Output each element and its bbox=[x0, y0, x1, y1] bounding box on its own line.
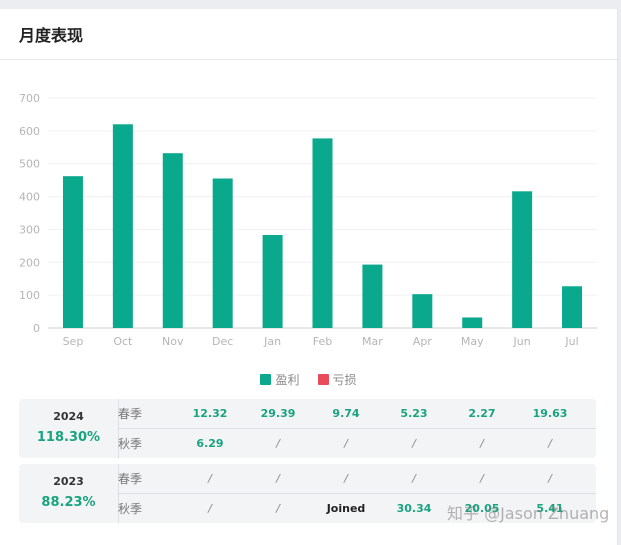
card-title: 月度表现 bbox=[19, 26, 84, 45]
return-cell: / bbox=[344, 437, 348, 450]
return-cell: 6.29 bbox=[196, 437, 224, 450]
legend-label-profit: 盈利 bbox=[275, 373, 300, 387]
legend-label-loss: 亏损 bbox=[332, 373, 357, 387]
bar-sep[interactable] bbox=[62, 176, 83, 328]
return-cell: 30.34 bbox=[396, 502, 432, 515]
x-tick-label: Feb bbox=[313, 335, 332, 348]
chart-legend: 盈利 亏损 bbox=[0, 371, 617, 388]
x-tick-label: Jan bbox=[263, 335, 281, 348]
y-tick-label: 300 bbox=[19, 223, 40, 236]
legend-swatch-profit bbox=[260, 374, 272, 385]
bar-dec[interactable] bbox=[212, 178, 233, 329]
season-label: 春季 bbox=[118, 472, 143, 486]
return-cell: / bbox=[276, 472, 280, 485]
return-cell: / bbox=[480, 472, 484, 485]
x-tick-label: Jun bbox=[513, 335, 531, 348]
return-cell: / bbox=[548, 472, 552, 485]
y-tick-label: 500 bbox=[19, 158, 40, 171]
return-cell: 12.32 bbox=[192, 407, 228, 420]
x-tick-label: Mar bbox=[362, 335, 383, 348]
y-tick-label: 600 bbox=[19, 125, 40, 138]
x-tick-label: Oct bbox=[113, 335, 133, 348]
season-label: 春季 bbox=[118, 407, 143, 421]
return-cell: / bbox=[412, 437, 416, 450]
bar-jan[interactable] bbox=[262, 235, 283, 328]
monthly-performance-card: 月度表现 0 100 200 300 400 500 600 700 Sep Oct Nov Dec J… bbox=[0, 9, 618, 545]
return-cell: / bbox=[412, 472, 416, 485]
y-tick-label: 0 bbox=[33, 322, 40, 335]
return-cell: / bbox=[276, 437, 280, 450]
bar-mar[interactable] bbox=[362, 264, 383, 328]
table-row: 春季 12.32 29.39 9.74 5.23 2.27 19.63 bbox=[118, 399, 596, 429]
return-cell: / bbox=[548, 437, 552, 450]
legend-swatch-loss bbox=[317, 374, 329, 385]
bar-may[interactable] bbox=[462, 317, 483, 328]
bar-jul[interactable] bbox=[562, 286, 583, 328]
year-label: 2023 bbox=[53, 475, 84, 488]
x-tick-label: May bbox=[461, 335, 484, 348]
y-tick-label: 400 bbox=[19, 191, 40, 204]
bar-jun[interactable] bbox=[512, 191, 533, 328]
return-cell: / bbox=[276, 502, 280, 515]
legend-item-profit[interactable]: 盈利 bbox=[260, 371, 300, 388]
return-cell: 19.63 bbox=[532, 407, 568, 420]
x-tick-label: Dec bbox=[212, 335, 233, 348]
x-tick-label: Sep bbox=[63, 335, 84, 348]
return-cell: 2.27 bbox=[468, 407, 496, 420]
return-cell: / bbox=[344, 472, 348, 485]
legend-item-loss[interactable]: 亏损 bbox=[317, 371, 357, 388]
card-header: 月度表现 bbox=[0, 9, 617, 60]
year-total-return: 118.30% bbox=[36, 430, 101, 445]
y-tick-label: 100 bbox=[19, 289, 40, 302]
year-summary: 2023 88.23% bbox=[19, 464, 119, 523]
year-summary: 2024 118.30% bbox=[19, 399, 119, 458]
monthly-bar-chart: 0 100 200 300 400 500 600 700 Sep Oct Nov Dec Jan Feb… bbox=[19, 92, 597, 348]
return-cell: / bbox=[208, 502, 212, 515]
table-row: 春季 / / / / / / bbox=[118, 464, 596, 494]
bar-nov[interactable] bbox=[162, 153, 183, 328]
season-label: 秋季 bbox=[118, 502, 143, 516]
return-cell: / bbox=[208, 472, 212, 485]
season-label: 秋季 bbox=[118, 437, 143, 451]
table-row: 秋季 6.29 / / / / / bbox=[118, 429, 596, 458]
return-cell: 5.23 bbox=[400, 407, 428, 420]
return-cell: / bbox=[480, 437, 484, 450]
bar-apr[interactable] bbox=[412, 294, 433, 328]
y-tick-label: 200 bbox=[19, 256, 40, 269]
y-tick-label: 700 bbox=[19, 92, 40, 105]
watermark: 知乎 @Jason Zhuang bbox=[447, 504, 610, 523]
x-tick-label: Nov bbox=[162, 335, 184, 348]
return-cell: 29.39 bbox=[260, 407, 296, 420]
x-tick-label: Apr bbox=[413, 335, 433, 348]
bar-feb[interactable] bbox=[312, 138, 333, 328]
year-block-2024: 2024 118.30% 春季 12.32 29.39 9.74 5.23 2.… bbox=[19, 399, 596, 458]
year-total-return: 88.23% bbox=[41, 495, 96, 510]
return-cell: Joined bbox=[326, 502, 366, 515]
year-label: 2024 bbox=[53, 410, 84, 423]
return-cell: 9.74 bbox=[332, 407, 360, 420]
x-tick-label: Jul bbox=[564, 335, 578, 348]
bar-oct[interactable] bbox=[112, 124, 133, 329]
